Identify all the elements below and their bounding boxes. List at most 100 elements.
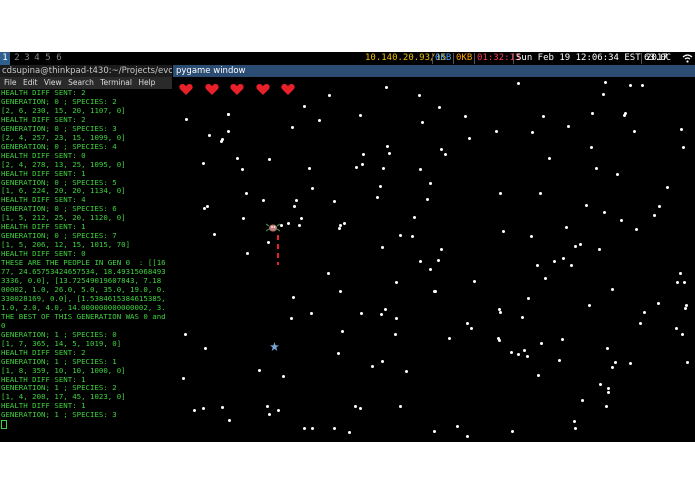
- food-dot: [282, 375, 285, 378]
- heart-icon: [205, 81, 219, 95]
- food-dot: [639, 322, 642, 325]
- food-dot: [355, 166, 358, 169]
- food-dot: [333, 200, 336, 203]
- menu-terminal[interactable]: Terminal: [100, 77, 132, 89]
- food-dot: [574, 427, 577, 430]
- food-dot: [511, 430, 514, 433]
- food-dot: [399, 234, 402, 237]
- food-dot: [611, 366, 614, 369]
- food-dot: [510, 351, 513, 354]
- menu-file[interactable]: File: [4, 77, 17, 89]
- food-dot: [426, 198, 429, 201]
- food-dot: [502, 230, 505, 233]
- food-dot: [585, 204, 588, 207]
- food-dot: [604, 81, 607, 84]
- food-dot: [311, 187, 314, 190]
- food-dot: [303, 105, 306, 108]
- food-dot: [311, 427, 314, 430]
- food-dot: [468, 137, 471, 140]
- food-dot: [539, 192, 542, 195]
- menu-edit[interactable]: Edit: [23, 77, 38, 89]
- heart-icon: [256, 81, 270, 95]
- food-dot: [429, 182, 432, 185]
- food-dot: [395, 317, 398, 320]
- pygame-window-title[interactable]: pygame window: [173, 65, 695, 77]
- pygame-window[interactable]: pygame window: [173, 65, 695, 442]
- food-dot: [658, 205, 661, 208]
- cpu-temp: 63.0C: [644, 53, 672, 63]
- food-dot: [607, 387, 610, 390]
- food-dot: [381, 360, 384, 363]
- game-canvas[interactable]: [173, 77, 695, 442]
- terminal-output[interactable]: HEALTH DIFF SENT: 2 GENERATION; 0 ; SPECI…: [1, 89, 172, 442]
- workspace-1[interactable]: 1: [0, 52, 10, 65]
- food-dot: [680, 128, 683, 131]
- food-dot: [562, 257, 565, 260]
- food-dot: [184, 333, 187, 336]
- food-dot: [213, 233, 216, 236]
- food-dot: [643, 311, 646, 314]
- food-dot: [193, 409, 196, 412]
- food-dot: [542, 115, 545, 118]
- food-dot: [277, 409, 280, 412]
- food-dot: [298, 224, 301, 227]
- food-dot: [464, 115, 467, 118]
- menu-search[interactable]: Search: [68, 77, 94, 89]
- terminal-title[interactable]: cdsupina@thinkpad-t430:~/Projects/evolut…: [0, 65, 172, 77]
- status-bar: 1 2 3 4 5 6 10.140.20.93/15 0KB 0KB 01:3…: [0, 52, 695, 65]
- food-dot: [561, 338, 564, 341]
- food-dot: [675, 327, 678, 330]
- workspace-4[interactable]: 4: [32, 52, 42, 65]
- food-dot: [385, 86, 388, 89]
- food-dot: [588, 304, 591, 307]
- terminal-line: THE BEST OF THIS GENERATION WAS 0 and: [1, 311, 166, 321]
- food-dot: [466, 322, 469, 325]
- workspace-5[interactable]: 5: [43, 52, 53, 65]
- food-dot: [202, 162, 205, 165]
- food-dot: [292, 296, 295, 299]
- food-dot: [526, 355, 529, 358]
- menu-help[interactable]: Help: [138, 77, 155, 89]
- food-dot: [517, 353, 520, 356]
- food-dot: [440, 148, 443, 151]
- food-dot: [203, 207, 206, 210]
- food-dot: [268, 158, 271, 161]
- food-dot: [666, 186, 669, 189]
- food-dot: [591, 112, 594, 115]
- food-dot: [433, 430, 436, 433]
- food-dot: [293, 205, 296, 208]
- heart-icon: [179, 81, 193, 95]
- workspace-2[interactable]: 2: [12, 52, 22, 65]
- food-dot: [246, 252, 249, 255]
- food-dot: [379, 185, 382, 188]
- food-dot: [579, 243, 582, 246]
- workspace-6[interactable]: 6: [54, 52, 64, 65]
- workspace-3[interactable]: 3: [22, 52, 32, 65]
- terminal-menubar: File Edit View Search Terminal Help: [0, 77, 172, 89]
- food-dot: [676, 281, 679, 284]
- food-dot: [470, 327, 473, 330]
- food-dot: [623, 114, 626, 117]
- food-dot: [204, 347, 207, 350]
- food-dot: [498, 308, 501, 311]
- menu-view[interactable]: View: [44, 77, 62, 89]
- food-dot: [413, 216, 416, 219]
- terminal-window[interactable]: cdsupina@thinkpad-t430:~/Projects/evolut…: [0, 65, 172, 442]
- food-dot: [565, 226, 568, 229]
- food-dot: [681, 333, 684, 336]
- food-dot: [679, 272, 682, 275]
- food-dot: [339, 224, 342, 227]
- terminal-line: GENERATION; 1 ; SPECIES: 3: [1, 410, 117, 420]
- food-dot: [657, 302, 660, 305]
- food-dot: [308, 167, 311, 170]
- food-dot: [287, 222, 290, 225]
- food-dot: [602, 93, 605, 96]
- food-dot: [616, 173, 619, 176]
- food-dot: [241, 168, 244, 171]
- food-dot: [333, 427, 336, 430]
- food-dot: [359, 114, 362, 117]
- food-dot: [384, 308, 387, 311]
- food-dot: [399, 405, 402, 408]
- food-dot: [456, 425, 459, 428]
- food-dot: [683, 281, 686, 284]
